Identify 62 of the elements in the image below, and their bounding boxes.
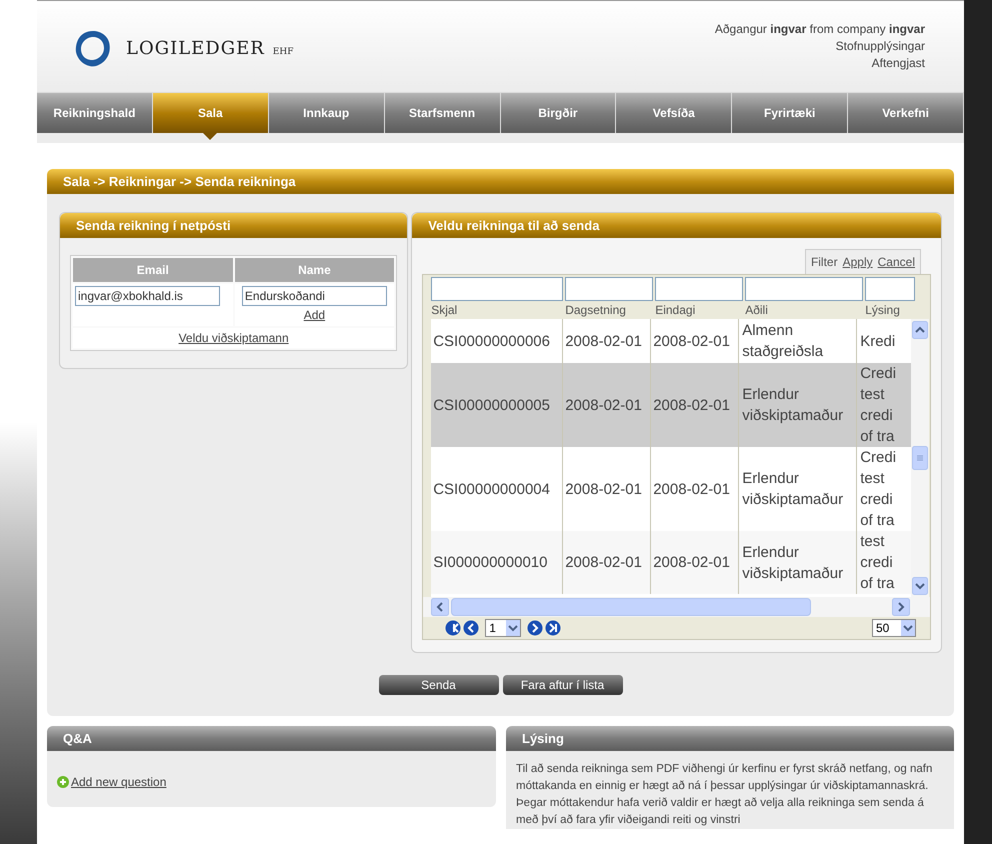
filter-input[interactable] bbox=[431, 277, 564, 301]
panel-title: Lýsing bbox=[506, 726, 954, 751]
page-size-select[interactable]: 50 bbox=[872, 619, 916, 637]
panel-title: Veldu reikninga til að senda bbox=[412, 213, 941, 238]
scroll-down-icon[interactable] bbox=[912, 577, 928, 595]
page-select[interactable]: 1 bbox=[485, 619, 522, 637]
nav-tab[interactable]: Reikningshald bbox=[37, 93, 153, 133]
panel-title: Q&A bbox=[47, 726, 496, 751]
filter-input[interactable] bbox=[745, 277, 864, 301]
column-header[interactable]: Dagsetning bbox=[565, 301, 654, 319]
table-cell: Erlendur viðskiptamaður bbox=[739, 531, 858, 594]
header-link[interactable]: Aftengjast bbox=[872, 55, 925, 72]
filter-input[interactable] bbox=[865, 277, 916, 301]
name-input[interactable]: Endurskoðandi bbox=[242, 286, 387, 306]
logo-suffix: EHF bbox=[272, 46, 294, 59]
caret-icon bbox=[506, 620, 520, 636]
scroll-up-icon[interactable] bbox=[912, 321, 928, 339]
breadcrumb-bar: Sala -> Reikningar -> Senda reikninga bbox=[47, 169, 954, 194]
add-question-link[interactable]: Add new question bbox=[71, 773, 166, 791]
plus-icon bbox=[57, 776, 69, 788]
column-header: Email bbox=[73, 258, 233, 282]
nav-tab[interactable]: Fyrirtæki bbox=[732, 93, 848, 133]
account-info: Aðgangur ingvar from company ingvar bbox=[714, 21, 925, 38]
table-cell-text: Kredi bbox=[859, 332, 896, 352]
column-header: Name bbox=[234, 258, 394, 282]
last-page-icon[interactable] bbox=[545, 620, 562, 636]
column-header[interactable]: Skjal bbox=[431, 301, 564, 319]
nav-tab[interactable]: Verkefni bbox=[848, 93, 964, 133]
logo-wordmark: LOGILEDGER bbox=[126, 37, 265, 61]
column-header[interactable]: Lýsing bbox=[865, 301, 916, 319]
filter-input[interactable] bbox=[565, 277, 654, 301]
action-button[interactable]: Senda bbox=[378, 675, 498, 695]
table-cell-text: test credi of tra bbox=[859, 532, 896, 594]
apply-link[interactable]: Apply bbox=[842, 253, 873, 271]
filter-label: Filter bbox=[810, 254, 838, 271]
scroll-right-icon[interactable] bbox=[892, 598, 910, 616]
filter-input[interactable] bbox=[655, 277, 744, 301]
table-cell-text: Credi test credi of tra bbox=[859, 364, 898, 447]
first-page-icon[interactable] bbox=[445, 620, 462, 636]
nav-tab[interactable]: Vefsíða bbox=[616, 93, 732, 133]
table-cell: 2008-02-01 bbox=[651, 531, 740, 594]
panel-title: Senda reikning í netpósti bbox=[60, 213, 408, 238]
table-cell: SI000000000010 bbox=[431, 531, 564, 594]
nav-tab[interactable]: Starfsmenn bbox=[384, 93, 500, 133]
scroll-left-icon[interactable] bbox=[431, 598, 450, 616]
next-page-icon[interactable] bbox=[527, 620, 544, 636]
nav-tab[interactable]: Birgðir bbox=[500, 93, 616, 133]
vertical-scrollbar[interactable] bbox=[911, 319, 930, 597]
description-text: Til að senda reikninga sem PDF viðhengi úr kerfinu er fyrst skráð netfang, og nafn móttakanda en einnig er hægt að ná í þessar upplýsingar úr viðskiptamannaskrá. Þegar móttakendur hafa verið valdir er hægt að velja alla reikninga sem senda á með því að fara yfir viðeigandi reiti og vinstri bbox=[515, 762, 934, 828]
column-header[interactable]: Aðili bbox=[745, 301, 864, 319]
column-header[interactable]: Eindagi bbox=[655, 301, 744, 319]
action-button[interactable]: Fara aftur í lista bbox=[502, 675, 622, 695]
header-link[interactable]: Stofnupplýsingar bbox=[836, 38, 925, 55]
add-link[interactable]: Add bbox=[304, 306, 326, 324]
scroll-thumb-icon[interactable] bbox=[912, 446, 928, 470]
caret-icon bbox=[901, 620, 915, 636]
horizontal-scroll-thumb[interactable] bbox=[451, 598, 812, 616]
email-input[interactable]: ingvar@xbokhald.is bbox=[75, 286, 220, 306]
cancel-link[interactable]: Cancel bbox=[878, 253, 915, 271]
nav-tab[interactable]: Innkaup bbox=[268, 93, 385, 133]
table-cell: 2008-02-01 bbox=[563, 531, 652, 594]
prev-page-icon[interactable] bbox=[463, 620, 480, 636]
